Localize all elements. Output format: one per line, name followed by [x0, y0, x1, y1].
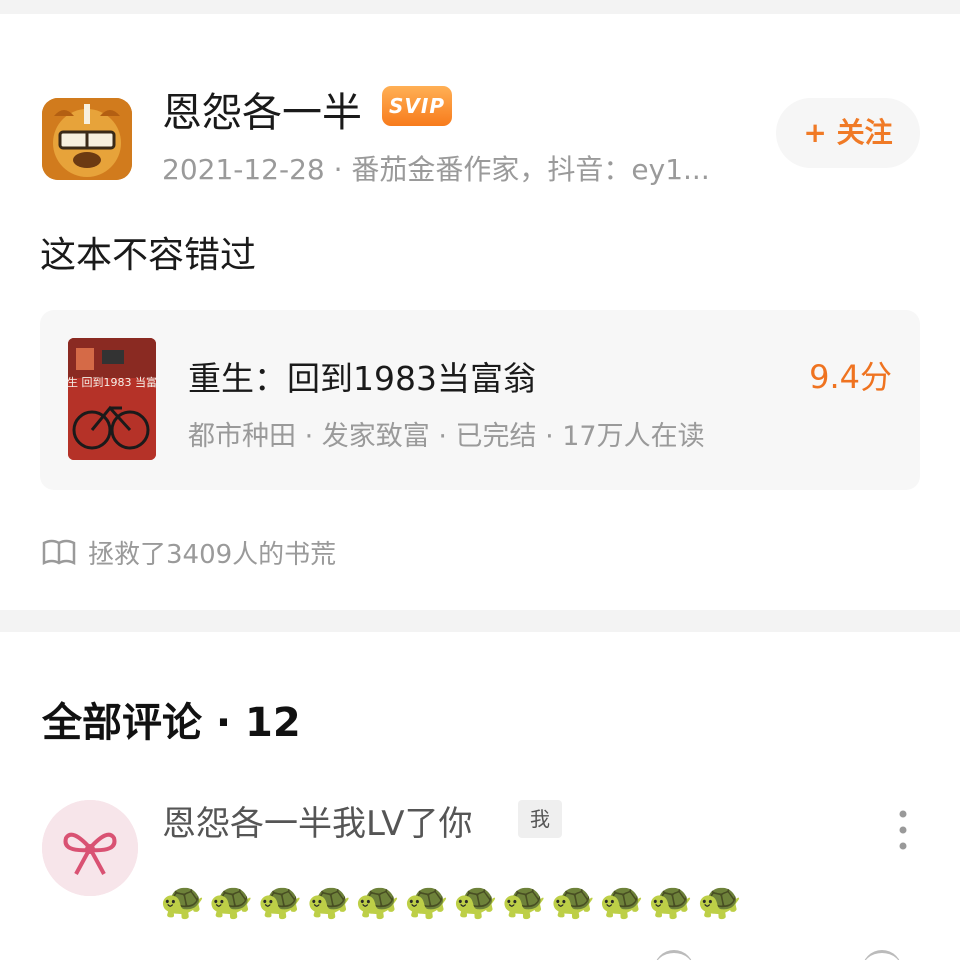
- book-cover-text: 重生 回到1983 当富翁: [68, 375, 156, 389]
- svip-badge: SVIP: [382, 86, 452, 126]
- comment-content: 🐢🐢🐢🐢🐢🐢🐢🐢🐢🐢🐢🐢: [160, 881, 746, 922]
- reply-icon[interactable]: [654, 950, 694, 960]
- post-card: 恩怨各一半 SVIP 2021-12-28 · 番茄金番作家，抖音：ey1...…: [0, 14, 960, 610]
- post-text: 这本不容错过: [40, 235, 257, 276]
- page: 恩怨各一半 SVIP 2021-12-28 · 番茄金番作家，抖音：ey1...…: [0, 0, 960, 960]
- me-badge: 我: [518, 800, 562, 838]
- book-tags: 都市种田 · 发家致富 · 已完结 · 17万人在读: [188, 421, 705, 452]
- book-title[interactable]: 重生：回到1983当富翁: [188, 352, 536, 400]
- post-meta: 2021-12-28 · 番茄金番作家，抖音：ey1...: [162, 153, 710, 186]
- commenter-avatar[interactable]: [42, 800, 138, 896]
- lion-avatar-image: [42, 98, 132, 180]
- follow-button[interactable]: + 关注: [776, 98, 920, 168]
- rescue-text: 拯救了3409人的书荒: [88, 540, 337, 570]
- book-score: 9.4分: [809, 358, 892, 396]
- book-card[interactable]: 重生 回到1983 当富翁 重生：回到1983当富翁 9.4分 都市种田 · 发…: [40, 310, 920, 490]
- author-avatar[interactable]: [42, 98, 132, 180]
- comments-card: 全部评论 · 12 恩怨各一半我LV了你 我 🐢🐢🐢🐢🐢🐢🐢🐢🐢🐢🐢🐢: [0, 632, 960, 960]
- more-icon: [899, 810, 907, 850]
- like-icon[interactable]: [862, 950, 902, 960]
- book-cover-image: 重生 回到1983 当富翁: [68, 338, 156, 460]
- bow-avatar-image: [42, 800, 138, 896]
- author-name[interactable]: 恩怨各一半: [162, 80, 362, 138]
- rescue-row: 拯救了3409人的书荒: [42, 534, 336, 571]
- more-button[interactable]: [884, 806, 922, 854]
- book-cover[interactable]: 重生 回到1983 当富翁: [68, 338, 156, 460]
- commenter-name[interactable]: 恩怨各一半我LV了你: [162, 796, 472, 845]
- book-icon: [42, 539, 76, 565]
- comments-title: 全部评论 · 12: [42, 700, 301, 746]
